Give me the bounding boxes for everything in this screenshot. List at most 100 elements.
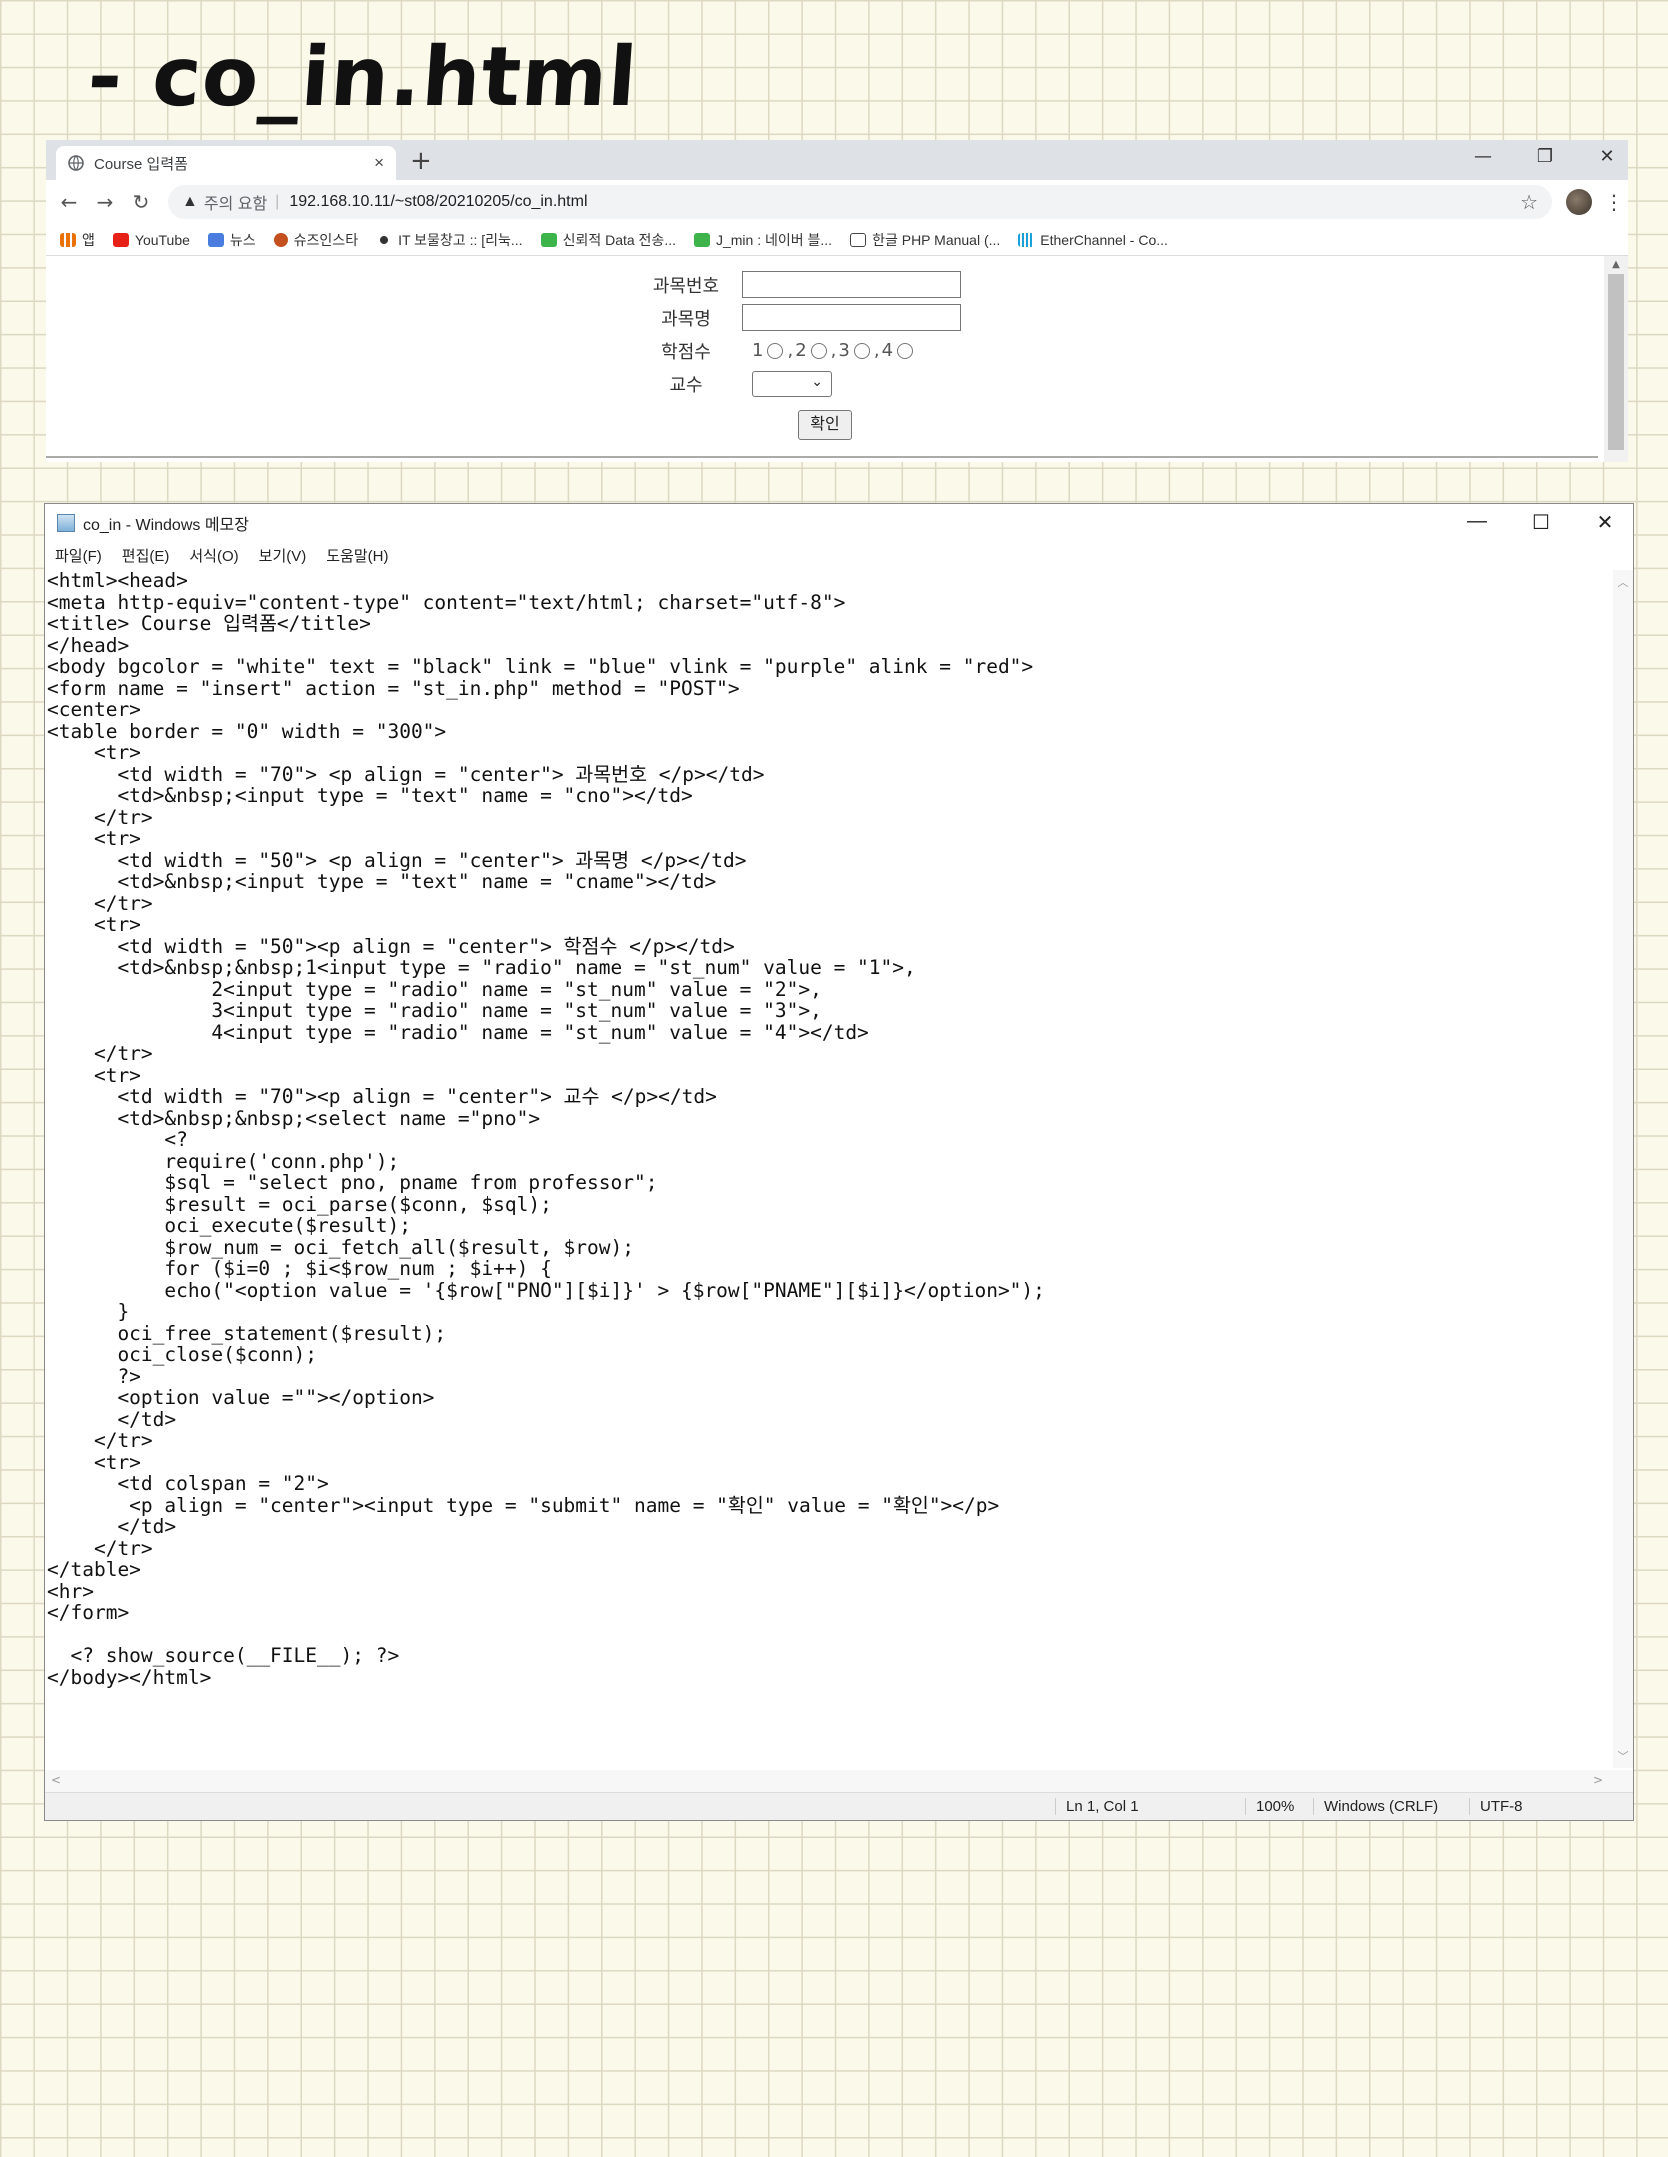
submit-button[interactable]: 확인: [798, 410, 852, 440]
code-line: </table>: [47, 1558, 141, 1581]
bookmark-it-treasure[interactable]: IT 보물창고 :: [리눅...: [376, 230, 523, 250]
browser-tab[interactable]: Course 입력폼 ×: [56, 146, 396, 180]
back-icon[interactable]: ←: [54, 190, 84, 214]
reload-icon[interactable]: ↻: [126, 190, 156, 214]
notepad-title: co_in - Windows 메모장: [83, 517, 249, 534]
code-line: </form>: [47, 1601, 130, 1624]
php-manual-icon: [850, 232, 867, 247]
form-row-cno: 과목번호: [636, 268, 961, 301]
bookmark-news[interactable]: 뉴스: [207, 230, 256, 250]
bookmarks-bar: 앱 YouTube 뉴스 슈즈인스타 IT 보물창고 :: [리눅... 신뢰적…: [46, 224, 1628, 256]
code-line: <title> Course 입력폼</title>: [47, 612, 371, 635]
editor-horizontal-scrollbar[interactable]: < >: [45, 1770, 1633, 1792]
code-line: <tr>: [47, 1063, 141, 1087]
menu-format[interactable]: 서식(O): [189, 545, 238, 566]
line-ending: Windows (CRLF): [1313, 1798, 1438, 1815]
bookmark-php-manual[interactable]: 한글 PHP Manual (...: [850, 230, 1000, 250]
label-course-number: 과목번호: [652, 275, 720, 297]
scroll-down-icon[interactable]: ﹀: [1613, 1748, 1633, 1764]
tab-close-icon[interactable]: ×: [374, 153, 384, 173]
code-line: $row_num = oci_fetch_all($result, $row);: [47, 1235, 634, 1259]
bookmark-jmin-blog[interactable]: J_min : 네이버 블...: [693, 230, 832, 250]
restore-icon[interactable]: ❐: [1534, 146, 1556, 167]
code-line: <td width = "70"> <p align = "center"> 과…: [47, 762, 765, 786]
code-line: <td width = "50"> <p align = "center"> 과…: [47, 848, 747, 872]
form-row-cname: 과목명: [636, 301, 961, 334]
form-row-credits: 학점수 1, 2, 3, 4: [636, 334, 961, 367]
page-scrollbar[interactable]: ▲: [1604, 256, 1628, 462]
credit-radio-2[interactable]: [810, 342, 827, 359]
code-line: <td colspan = "2">: [47, 1472, 329, 1495]
globe-icon: [68, 155, 84, 171]
notepad-statusbar: Ln 1, Col 1 100% Windows (CRLF) UTF-8: [45, 1792, 1633, 1820]
menu-view[interactable]: 보기(V): [259, 545, 307, 566]
notepad-titlebar: co_in - Windows 메모장 — ☐ ✕: [45, 504, 1633, 542]
warning-icon[interactable]: ▲: [182, 193, 198, 211]
code-line: <tr>: [47, 741, 141, 764]
bookmark-star-icon[interactable]: ☆: [1520, 190, 1538, 215]
code-line: 2<input type = "radio" name = "st_num" v…: [47, 977, 822, 1001]
bookmark-apps[interactable]: 앱: [60, 230, 95, 250]
close-icon[interactable]: ✕: [1595, 510, 1615, 535]
security-warning-text[interactable]: 주의 요함: [204, 190, 267, 214]
code-line: oci_execute($result);: [47, 1214, 411, 1237]
cursor-position: Ln 1, Col 1: [1055, 1798, 1139, 1815]
news-icon: [207, 232, 224, 247]
label-professor: 교수: [669, 374, 703, 396]
code-line: <tr>: [47, 913, 141, 936]
bookmark-youtube[interactable]: YouTube: [112, 232, 190, 248]
menu-file[interactable]: 파일(F): [55, 545, 102, 566]
minimize-icon[interactable]: —: [1467, 510, 1487, 535]
course-number-input[interactable]: [742, 271, 961, 298]
code-line: </tr>: [47, 891, 153, 915]
text-editor-area[interactable]: <html><head> <meta http-equiv="content-ty…: [45, 570, 1613, 1768]
credit-radio-3[interactable]: [853, 342, 870, 359]
label-course-name: 과목명: [661, 308, 711, 330]
code-line: </tr>: [47, 1536, 153, 1560]
bookmark-data-transfer[interactable]: 신뢰적 Data 전송...: [540, 230, 676, 250]
scroll-up-icon[interactable]: ▲: [1604, 256, 1628, 274]
credit-radio-1[interactable]: [767, 342, 784, 359]
more-menu-icon[interactable]: ⋮: [1604, 190, 1624, 214]
url-text[interactable]: 192.168.10.11/~st08/20210205/co_in.html: [289, 193, 1520, 211]
maximize-icon[interactable]: ☐: [1531, 510, 1551, 535]
scroll-right-icon[interactable]: >: [1593, 1773, 1603, 1787]
code-line: <td width = "70"><p align = "center"> 교수…: [47, 1085, 717, 1108]
scroll-left-icon[interactable]: <: [51, 1773, 61, 1787]
blog-icon: [693, 232, 710, 247]
code-line: </td>: [47, 1515, 177, 1538]
code-line: }: [47, 1300, 130, 1323]
code-line: </tr>: [47, 1429, 153, 1452]
credit-radio-4[interactable]: [897, 342, 914, 359]
source-code: <html><head> <meta http-equiv="content-ty…: [45, 570, 1613, 1688]
code-line: <tr>: [47, 827, 141, 850]
forward-icon[interactable]: →: [90, 190, 120, 214]
course-name-input[interactable]: [742, 304, 961, 331]
scroll-up-icon[interactable]: ︿: [1613, 570, 1633, 590]
code-line: <td>&nbsp;&nbsp;1<input type = "radio" n…: [47, 956, 916, 979]
address-bar[interactable]: ▲ 주의 요함 | 192.168.10.11/~st08/20210205/c…: [168, 185, 1552, 219]
notepad-window-controls: — ☐ ✕: [1467, 510, 1615, 535]
new-tab-button[interactable]: +: [410, 146, 432, 176]
editor-vertical-scrollbar[interactable]: ︿ ﹀: [1613, 570, 1633, 1768]
chevron-down-icon: ⌄: [811, 373, 823, 390]
minimize-icon[interactable]: —: [1472, 146, 1494, 167]
scroll-thumb[interactable]: [1608, 274, 1624, 450]
close-icon[interactable]: ✕: [1596, 146, 1618, 167]
code-line: $sql = "select pno, pname from professor…: [47, 1171, 658, 1194]
code-line: echo("<option value = '{$row["PNO"][$i]}…: [47, 1278, 1045, 1302]
code-line: </body></html>: [47, 1665, 212, 1689]
code-line: <table border = "0" width = "300">: [47, 719, 447, 743]
menu-edit[interactable]: 편집(E): [122, 545, 170, 566]
bookmark-etherchannel[interactable]: EtherChannel - Co...: [1018, 232, 1168, 248]
course-form: 과목번호 과목명 학점수 1, 2, 3, 4 교수 ⌄: [636, 268, 961, 400]
professor-select[interactable]: ⌄: [752, 370, 832, 397]
code-line: </head>: [47, 633, 130, 657]
bookmark-shoes-insta[interactable]: 슈즈인스타: [273, 230, 358, 250]
code-line: 4<input type = "radio" name = "st_num" v…: [47, 1020, 869, 1044]
profile-avatar[interactable]: [1566, 189, 1592, 215]
menu-help[interactable]: 도움말(H): [326, 545, 388, 566]
code-line: </td>: [47, 1407, 177, 1431]
shoes-site-icon: [273, 232, 288, 247]
